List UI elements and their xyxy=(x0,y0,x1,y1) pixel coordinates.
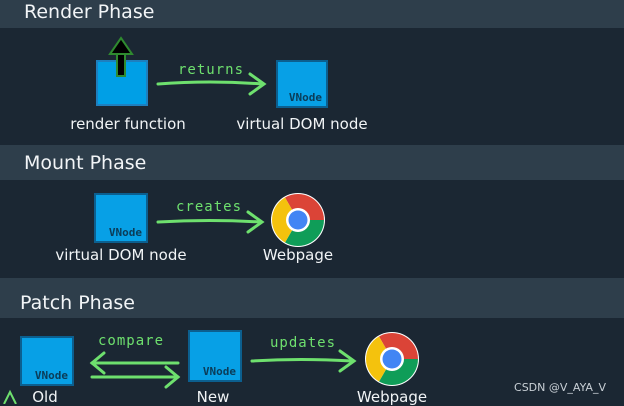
diagram-overlay xyxy=(3,36,425,404)
returns-arrow xyxy=(156,72,267,96)
updates-arrow xyxy=(250,349,357,373)
up-arrow-icon xyxy=(108,36,134,77)
partial-arrow-mark xyxy=(3,389,17,404)
patch-webpage-chrome-icon xyxy=(356,323,425,393)
mount-webpage-chrome-icon xyxy=(262,184,331,254)
creates-arrow xyxy=(156,210,265,234)
compare-arrows xyxy=(89,351,181,389)
